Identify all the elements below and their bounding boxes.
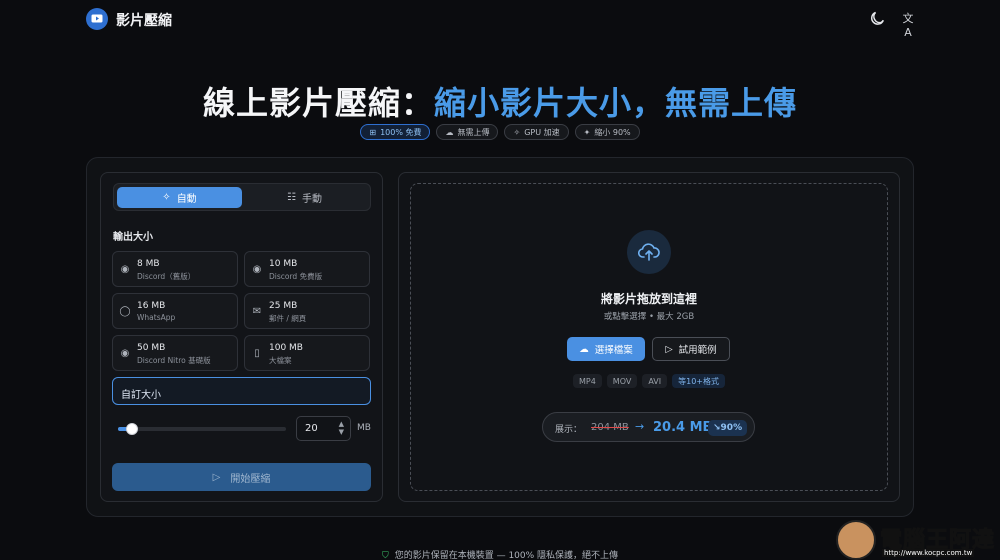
output-size-label: 輸出大小 xyxy=(113,232,153,243)
start-compress-button[interactable]: ▷ 開始壓縮 xyxy=(112,463,371,491)
unit-label: MB xyxy=(357,423,371,433)
badge-shrink: ✦ 縮小 90% xyxy=(574,124,640,140)
gift-icon: ⊞ xyxy=(369,127,377,137)
discord-icon: ◉ xyxy=(120,263,130,275)
format-tag: AVI xyxy=(642,374,668,388)
page-title: 線上影片壓縮：縮小影片大小，無需上傳 xyxy=(202,84,798,122)
moon-icon[interactable] xyxy=(869,9,887,27)
choose-file-button[interactable]: ☁ 選擇檔案 xyxy=(567,337,645,361)
stepper-arrows-icon[interactable]: ▲ ▼ xyxy=(339,420,344,436)
translate-icon[interactable]: 文A xyxy=(900,10,916,39)
drop-title: 將影片拖放到這裡 xyxy=(600,292,697,306)
upload-icon: ☁ xyxy=(579,343,589,355)
discord-icon: ◉ xyxy=(120,347,130,359)
app-logo-icon[interactable] xyxy=(86,8,108,30)
shield-icon: ⛉ xyxy=(381,551,389,560)
tab-manual[interactable]: ☷ 手動 xyxy=(242,187,367,208)
size-option-8mb[interactable]: ◉ 8 MB Discord（舊版） xyxy=(112,251,238,287)
size-option-10mb[interactable]: ◉ 10 MB Discord 免費版 xyxy=(244,251,370,287)
feature-badges: ⊞ 100% 免費 ☁ 無需上傳 ✧ GPU 加速 ✦ 縮小 90% xyxy=(0,124,1000,140)
sparkle-icon: ✦ xyxy=(583,127,591,137)
format-tag: MP4 xyxy=(572,374,602,388)
format-tag: MOV xyxy=(606,374,638,388)
demo-result-pill: 展示： 204 MB → 20.4 MB ↘90% xyxy=(542,412,755,442)
app-name[interactable]: 影片壓縮 xyxy=(116,10,172,30)
mascot-icon xyxy=(836,520,876,560)
cpu-icon: ✧ xyxy=(513,127,521,137)
play-icon: ▷ xyxy=(665,343,673,355)
whatsapp-icon: ◯ xyxy=(119,305,131,317)
tab-auto[interactable]: ✧ 自動 xyxy=(117,187,242,208)
badge-free: ⊞ 100% 免費 xyxy=(360,124,431,140)
format-list: MP4 MOV AVI 等10+格式 xyxy=(0,374,1000,388)
cloud-off-icon: ☁ xyxy=(445,127,454,137)
size-option-50mb[interactable]: ◉ 50 MB Discord Nitro 基礎版 xyxy=(112,335,238,371)
sliders-icon: ☷ xyxy=(287,192,296,203)
try-sample-button[interactable]: ▷ 試用範例 xyxy=(652,337,730,361)
more-formats-tag: 等10+格式 xyxy=(672,374,726,388)
reduction-badge: ↘90% xyxy=(708,420,748,436)
badge-no-upload: ☁ 無需上傳 xyxy=(436,124,499,140)
size-option-16mb[interactable]: ◯ 16 MB WhatsApp xyxy=(112,293,238,329)
size-number-input[interactable]: 20 ▲ ▼ xyxy=(296,416,351,441)
discord-icon: ◉ xyxy=(252,263,262,275)
file-icon: ▯ xyxy=(254,347,260,359)
top-bar: 影片壓縮 文A xyxy=(0,0,1000,40)
cloud-upload-icon xyxy=(627,230,671,274)
sparkle-icon: ✧ xyxy=(162,192,171,203)
size-option-100mb[interactable]: ▯ 100 MB 大檔案 xyxy=(244,335,370,371)
mode-toggle: ✧ 自動 ☷ 手動 xyxy=(113,183,371,211)
arrow-right-icon: → xyxy=(635,420,645,433)
size-slider[interactable] xyxy=(118,423,286,435)
size-option-25mb[interactable]: ✉ 25 MB 郵件 / 網頁 xyxy=(244,293,370,329)
mail-icon: ✉ xyxy=(252,305,262,317)
drop-subtitle: 或點擊選擇 • 最大 2GB xyxy=(603,312,695,322)
play-icon: ▷ xyxy=(212,471,221,483)
badge-gpu: ✧ GPU 加速 xyxy=(504,124,569,140)
watermark-logo: 電腦王阿達 http://www.kocpc.com.tw xyxy=(836,520,1000,560)
